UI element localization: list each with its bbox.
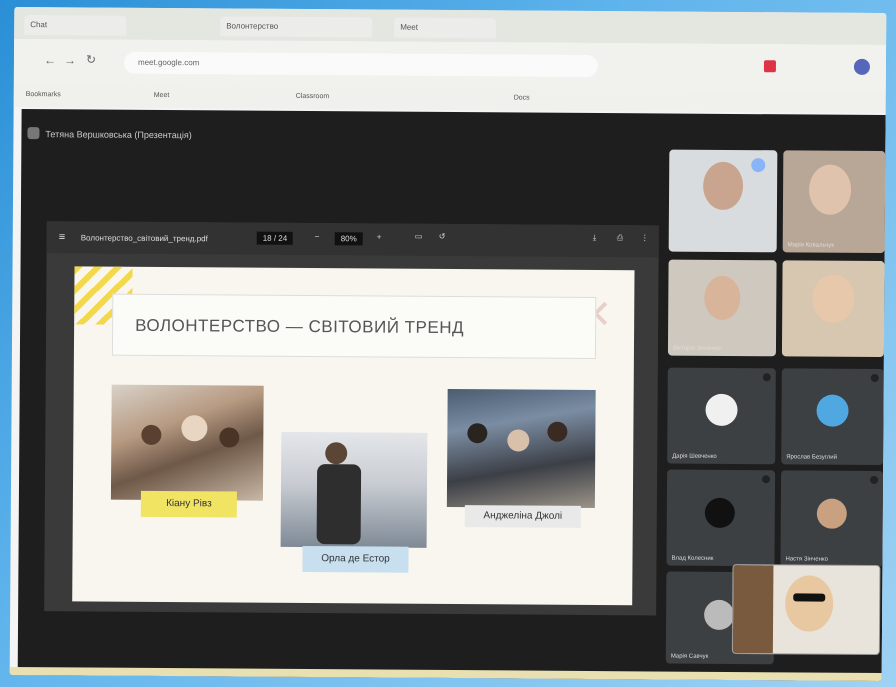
participant-avatar (704, 497, 735, 529)
participant-tile[interactable]: Влад Колесник (666, 469, 776, 567)
participant-tile[interactable]: Марія Ковальчук (782, 150, 886, 254)
profile-avatar[interactable] (853, 58, 871, 75)
photo-face (219, 427, 240, 448)
browser-toolbar: ← → ↻ meet.google.com (13, 38, 887, 92)
more-options-icon[interactable]: ⋮ (641, 233, 649, 242)
download-icon[interactable]: ⤓ (593, 233, 597, 243)
photo-face (547, 421, 568, 442)
reload-icon[interactable]: ↻ (86, 52, 96, 66)
meet-logo-icon (27, 127, 40, 140)
rotate-icon[interactable]: ↺ (439, 232, 446, 241)
participant-tile[interactable]: Дарія Шевченко (667, 367, 776, 465)
participant-name: Настя Зінченко (785, 556, 828, 563)
participant-avatar (816, 498, 847, 529)
self-view-tile[interactable] (731, 563, 881, 656)
meet-window: Тетяна Вершковська (Презентація) ≡ Волон… (17, 109, 886, 682)
mic-off-icon (870, 475, 879, 485)
slide-title-box: ВОЛОНТЕРСТВО — СВІТОВИЙ ТРЕНД (111, 293, 597, 360)
photo-caption: Анджеліна Джолі (464, 505, 581, 528)
participant-tile[interactable]: Ярослав Безуглий (781, 368, 884, 466)
bookmark-item[interactable]: Bookmarks (26, 91, 61, 98)
forward-icon[interactable]: → (64, 53, 76, 67)
bookmarks-bar: Bookmarks Meet Classroom Docs (13, 84, 886, 114)
participant-avatar (704, 599, 735, 631)
monitor-screen: Chat Волонтерство Meet ← → ↻ meet.google… (9, 6, 887, 682)
pdf-toolbar: ≡ Волонтерство_світовий_тренд.pdf 18 / 2… (46, 221, 659, 258)
photo-face (467, 423, 488, 444)
participant-name: Вікторія Зінченко (672, 345, 721, 352)
back-icon[interactable]: ← (44, 53, 56, 67)
photo-man-with-child (280, 431, 428, 548)
participant-video (812, 274, 855, 323)
mic-off-icon (762, 475, 771, 484)
participant-name: Марія Ковальчук (787, 242, 834, 249)
participant-avatar (705, 393, 738, 427)
fit-page-icon[interactable]: ▭ (415, 232, 423, 241)
pdf-page-indicator[interactable]: 18 / 24 (256, 231, 294, 245)
participant-tile[interactable]: Настя Зінченко (780, 470, 884, 568)
participant-name: Ярослав Безуглий (786, 454, 838, 461)
bookmark-item[interactable]: Classroom (296, 93, 330, 100)
photo-face (181, 415, 208, 442)
self-video (785, 575, 834, 632)
photo-face (325, 442, 348, 465)
participant-avatar (816, 394, 849, 427)
pdf-file-name: Волонтерство_світовий_тренд.pdf (80, 233, 208, 244)
photo-figure (316, 464, 362, 545)
bookmark-item[interactable]: Docs (514, 94, 530, 101)
participant-name: Дарія Шевченко (672, 453, 717, 460)
menu-icon[interactable]: ≡ (59, 231, 66, 243)
zoom-out-icon[interactable]: − (315, 232, 320, 241)
participant-name: Марія Савчук (670, 653, 709, 660)
participant-video (704, 275, 741, 321)
extension-icon[interactable] (763, 60, 776, 73)
presentation-area: ≡ Волонтерство_світовий_тренд.pdf 18 / 2… (44, 221, 659, 616)
photo-face (507, 429, 530, 452)
browser-tab[interactable]: Chat (24, 15, 127, 36)
address-bar[interactable]: meet.google.com (123, 51, 599, 78)
participant-tile[interactable] (781, 260, 885, 358)
photo-group-people (110, 384, 264, 501)
zoom-in-icon[interactable]: + (377, 233, 382, 242)
participant-name: Влад Колесник (671, 555, 714, 562)
photo-caption: Кіану Рівз (140, 490, 237, 518)
browser-tab[interactable]: Meet (394, 17, 497, 39)
print-icon[interactable]: ⎙ (617, 233, 623, 243)
mic-off-icon (762, 373, 771, 382)
mic-off-icon (870, 373, 879, 383)
presenter-title: Тетяна Вершковська (Презентація) (45, 129, 192, 141)
slide-title: ВОЛОНТЕРСТВО — СВІТОВИЙ ТРЕНД (135, 315, 465, 338)
participant-tile[interactable] (668, 149, 778, 253)
browser-tab[interactable]: Волонтерство (220, 16, 373, 38)
participant-video (808, 164, 852, 215)
photo-woman-with-children (446, 388, 596, 509)
participant-tile[interactable]: Вікторія Зінченко (667, 259, 777, 357)
photo-face (141, 424, 162, 446)
sunglasses (793, 593, 826, 602)
speaking-indicator-icon (751, 158, 766, 173)
participant-video (702, 161, 744, 211)
bookshelf-background (732, 564, 774, 654)
bookmark-item[interactable]: Meet (154, 92, 170, 99)
photo-caption: Орла де Естор (302, 545, 409, 573)
pdf-zoom-level[interactable]: 80% (334, 232, 363, 246)
slide: ✕ ВОЛОНТЕРСТВО — СВІТОВИЙ ТРЕНД Кіану Рі… (72, 266, 635, 606)
